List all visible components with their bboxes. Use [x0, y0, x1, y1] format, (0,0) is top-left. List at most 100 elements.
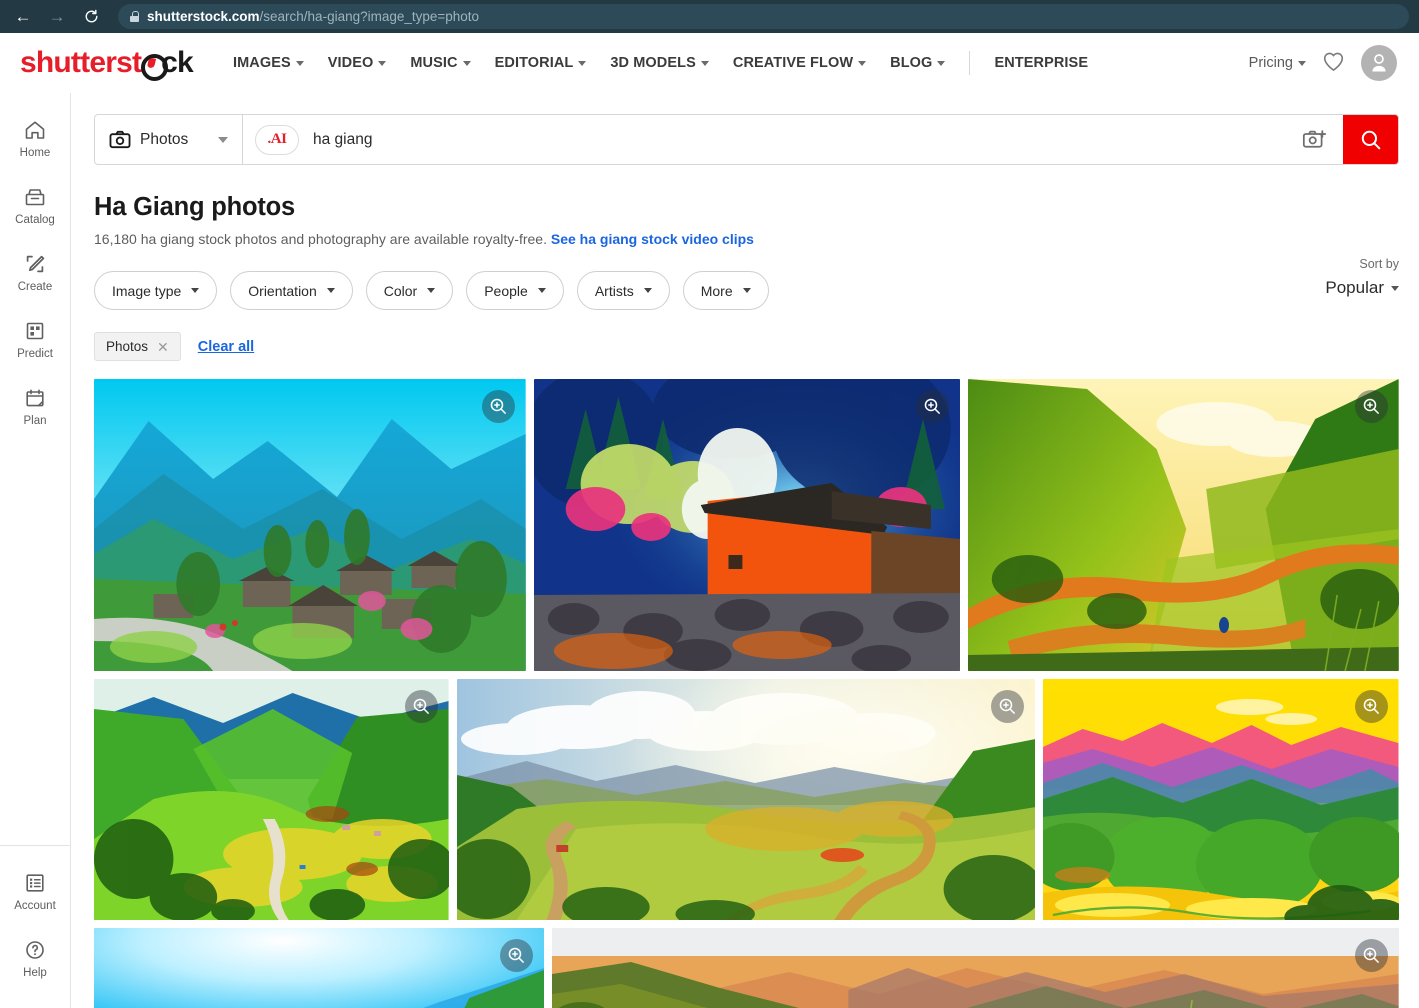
tile-zoom-button[interactable]: [1355, 939, 1388, 972]
chevron-down-icon: [858, 60, 867, 66]
help-circle-icon: [26, 941, 44, 959]
address-bar[interactable]: shutterstock.com/search/ha-giang?image_t…: [118, 4, 1409, 29]
filter-more[interactable]: More: [682, 271, 769, 310]
chevron-down-icon: [378, 60, 387, 66]
filter-people[interactable]: People: [466, 271, 564, 310]
result-tile-ha-giang-switchback-road-sunset[interactable]: [968, 379, 1399, 671]
sidebar-bottom-group: Account Help: [0, 845, 70, 1008]
results-count-text: 16,180 ha giang stock photos and photogr…: [94, 231, 547, 247]
chevron-down-icon: [462, 60, 471, 66]
search-submit-button[interactable]: [1343, 115, 1398, 164]
url-text: shutterstock.com/search/ha-giang?image_t…: [147, 9, 479, 24]
asset-type-dropdown[interactable]: Photos: [95, 115, 243, 164]
active-filters: Photos ✕ Clear all: [94, 332, 1399, 361]
tile-image: [94, 379, 526, 671]
account-avatar[interactable]: [1361, 45, 1397, 81]
chevron-down-icon: [326, 288, 335, 293]
browser-reload-button[interactable]: [78, 4, 104, 30]
result-tile-ha-giang-orange-house-blossoms[interactable]: [533, 379, 961, 671]
active-filter-chip-photos[interactable]: Photos ✕: [94, 332, 181, 361]
result-tile-ha-giang-blue-sky-karst[interactable]: [94, 928, 545, 1008]
results-summary: 16,180 ha giang stock photos and photogr…: [94, 231, 1399, 247]
reverse-image-search-button[interactable]: [1287, 115, 1343, 164]
site-header: shutterst ck IMAGES VIDEO MUSIC EDITORIAL…: [0, 33, 1419, 93]
sidebar-item-create[interactable]: Create: [0, 239, 70, 306]
search-magnifier-icon: [1361, 130, 1380, 149]
tile-image: [94, 928, 545, 1008]
logo-o-glyph-icon: [141, 52, 169, 81]
close-x-icon[interactable]: ✕: [157, 340, 169, 354]
filter-color[interactable]: Color: [365, 271, 454, 310]
result-tile-ha-giang-quan-ba-yellow-sky[interactable]: [1043, 679, 1399, 920]
favorites-button[interactable]: [1322, 51, 1345, 76]
shutterstock-logo[interactable]: shutterst ck: [20, 48, 194, 81]
filter-image-type[interactable]: Image type: [94, 271, 218, 310]
filter-label: People: [484, 282, 528, 299]
sidebar-item-label: Catalog: [15, 214, 55, 226]
video-clips-link[interactable]: See ha giang stock video clips: [551, 231, 754, 247]
tile-zoom-button[interactable]: [481, 390, 515, 423]
nav-label: VIDEO: [327, 55, 374, 71]
tile-zoom-button[interactable]: [1355, 690, 1388, 723]
browser-forward-button[interactable]: →: [44, 4, 70, 30]
search-bar: Photos .AI: [94, 114, 1399, 165]
search-input[interactable]: [299, 115, 1287, 164]
chevron-down-icon: [1391, 285, 1399, 291]
chevron-down-icon: [191, 288, 200, 293]
nav-item-creative-flow[interactable]: CREATIVE FLOW: [721, 47, 878, 79]
sidebar-item-catalog[interactable]: Catalog: [0, 172, 70, 239]
clear-all-link[interactable]: Clear all: [198, 339, 254, 355]
sort-dropdown[interactable]: Popular: [1325, 278, 1399, 298]
pricing-menu[interactable]: Pricing: [1249, 55, 1306, 71]
result-tile-ha-giang-green-valley-fields[interactable]: [94, 679, 449, 920]
magnifier-plus-icon: [1000, 698, 1016, 714]
magnifier-plus-icon: [1363, 398, 1379, 414]
sidebar-item-plan[interactable]: Plan: [0, 373, 70, 440]
ai-search-badge[interactable]: .AI: [255, 124, 299, 155]
nav-item-blog[interactable]: BLOG: [878, 47, 957, 79]
nav-label: MUSIC: [410, 55, 458, 71]
magnifier-plus-icon: [490, 398, 506, 414]
sidebar-item-predict[interactable]: Predict: [0, 306, 70, 373]
magnifier-plus-icon: [925, 398, 941, 414]
url-path: /search/ha-giang?image_type=photo: [259, 9, 480, 24]
nav-item-enterprise[interactable]: ENTERPRISE: [982, 47, 1100, 79]
page-title: Ha Giang photos: [94, 193, 296, 221]
nav-item-music[interactable]: MUSIC: [398, 47, 482, 79]
tile-zoom-button[interactable]: [404, 690, 438, 723]
grid-row: [94, 679, 1399, 920]
tile-image: [552, 928, 1399, 1008]
sidebar-item-label: Predict: [17, 348, 53, 360]
browser-back-button[interactable]: ←: [10, 4, 36, 30]
main-content: Photos .AI ha giang Ha Giang photos 16,1…: [71, 93, 1419, 1008]
filter-orientation[interactable]: Orientation: [230, 271, 353, 310]
sidebar-item-label: Help: [23, 967, 47, 979]
chevron-down-icon: [937, 60, 946, 66]
result-tile-ha-giang-panorama-clouds[interactable]: [456, 679, 1036, 920]
sidebar-item-account[interactable]: Account: [0, 858, 70, 925]
result-tile-ha-giang-mountain-village-road[interactable]: [94, 379, 526, 671]
sidebar-item-help[interactable]: Help: [0, 925, 70, 992]
chevron-down-icon: [295, 60, 304, 66]
sidebar-item-label: Plan: [23, 415, 47, 427]
chip-label: Photos: [106, 339, 149, 354]
nav-item-editorial[interactable]: EDITORIAL: [483, 47, 599, 79]
user-avatar-icon: [1372, 54, 1386, 72]
nav-item-video[interactable]: VIDEO: [316, 47, 399, 79]
nav-label: IMAGES: [232, 55, 291, 71]
tile-zoom-button[interactable]: [1355, 390, 1388, 423]
header-actions: Pricing: [1249, 45, 1397, 81]
result-tile-ha-giang-golden-haze-ridges[interactable]: [552, 928, 1399, 1008]
sidebar-item-home[interactable]: Home: [0, 105, 70, 172]
nav-item-images[interactable]: IMAGES: [221, 47, 316, 79]
nav-item-3d-models[interactable]: 3D MODELS: [598, 47, 721, 79]
nav-label: EDITORIAL: [494, 55, 574, 71]
chevron-down-icon: [1298, 60, 1306, 66]
chevron-down-icon: [742, 288, 751, 293]
results-grid: [94, 379, 1399, 1008]
sort-control: Sort by Popular: [1325, 257, 1399, 298]
magnifier-plus-icon: [1363, 698, 1379, 714]
create-pencil-icon: [26, 255, 45, 273]
filter-artists[interactable]: Artists: [576, 271, 670, 310]
reload-icon: [85, 9, 97, 23]
